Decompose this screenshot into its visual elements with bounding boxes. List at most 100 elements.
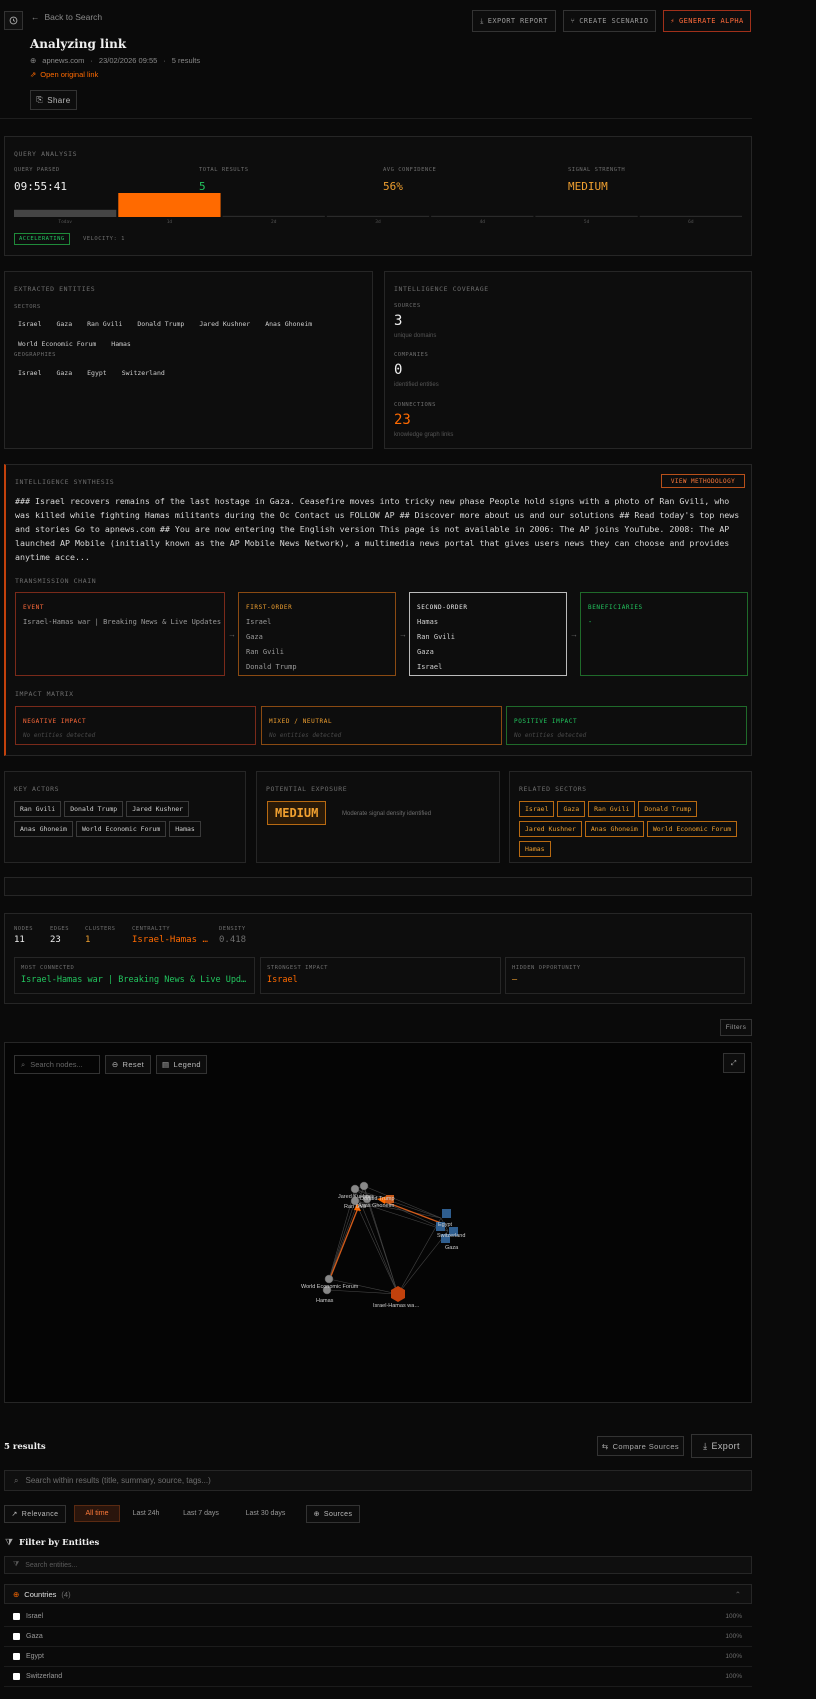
reset-button[interactable]: ⊖ Reset: [105, 1055, 151, 1074]
related-sector-chip[interactable]: Jared Kushner: [519, 821, 582, 837]
strongest-impact-box: STRONGEST IMPACT Israel: [260, 957, 501, 994]
back-link[interactable]: ← Back to Search: [31, 12, 102, 22]
related-sector-chip[interactable]: Hamas: [519, 841, 551, 857]
sector-tag: Hamas: [111, 340, 131, 348]
open-original-link[interactable]: ⇗ Open original link: [30, 70, 98, 79]
globe-icon: ⊕: [30, 56, 37, 65]
connections-value: 23: [394, 412, 411, 428]
chain-item: Gaza: [417, 648, 434, 656]
sector-tag: World Economic Forum: [18, 340, 97, 348]
velocity-bar: [326, 215, 430, 217]
actor-chip[interactable]: Donald Trump: [64, 801, 124, 817]
chain-item: Hamas: [417, 618, 439, 626]
velocity-bar: [14, 209, 117, 217]
share-button[interactable]: ⎘ Share: [30, 90, 77, 110]
compare-sources-button[interactable]: ⇆ Compare Sources: [597, 1436, 684, 1456]
exposure-level-badge: MEDIUM: [267, 801, 327, 825]
zoom-icon: ⊖: [111, 1060, 119, 1069]
geography-tags: Israel Gaza Egypt Switzerland: [14, 366, 354, 386]
checkbox[interactable]: [13, 1613, 20, 1620]
filters-button[interactable]: Filters: [720, 1019, 752, 1036]
synthesis-text: ### Israel recovers remains of the last …: [15, 496, 740, 562]
countries-group-header[interactable]: ⊕ Countries (4) ⌃: [4, 1584, 752, 1604]
download-icon: ⤓: [703, 1440, 708, 1451]
related-sector-chip[interactable]: Israel: [519, 801, 555, 817]
checkbox[interactable]: [13, 1673, 20, 1680]
geography-tag: Switzerland: [121, 369, 165, 377]
header-divider: [0, 118, 752, 119]
globe-icon: ⊕: [13, 1589, 20, 1599]
filter-last-30-days[interactable]: Last 30 days: [235, 1505, 296, 1522]
filter-last-7-days[interactable]: Last 7 days: [173, 1505, 229, 1522]
total-results-value: 5: [199, 180, 206, 193]
create-scenario-button[interactable]: ⑂ CREATE SCENARIO: [563, 10, 656, 32]
centrality-value: Israel-Hamas …: [132, 935, 208, 945]
country-filter-row[interactable]: Gaza 100%: [4, 1627, 752, 1647]
legend-button[interactable]: ▤ Legend: [156, 1055, 207, 1074]
avg-confidence-value: 56%: [383, 180, 403, 193]
country-name: Gaza: [26, 1633, 43, 1640]
actor-chips: Ran Gvili Donald Trump Jared Kushner Anas G…: [14, 801, 239, 841]
view-methodology-button[interactable]: VIEW METHODOLOGY: [661, 474, 745, 488]
country-filter-row[interactable]: Israel 100%: [4, 1607, 752, 1627]
velocity-bar: [639, 215, 742, 217]
query-parsed-value: 09:55:41: [14, 180, 67, 193]
sector-tags: Israel Gaza Ran Gvili Donald Trump Jared Kus…: [14, 317, 354, 357]
filter-last-24h[interactable]: Last 24h: [123, 1505, 169, 1522]
external-link-icon: ⇗: [30, 70, 37, 79]
graph-canvas[interactable]: Jared Kushner Donald Trump Ran Gvili Ana…: [5, 1083, 751, 1401]
potential-exposure-panel: POTENTIAL EXPOSURE MEDIUM Moderate signa…: [256, 771, 500, 863]
velocity-bar-label: 1d: [167, 219, 173, 223]
sources-button[interactable]: ⊕ Sources: [306, 1505, 360, 1523]
negative-impact-box: NEGATIVE IMPACT No entities detected: [15, 706, 256, 745]
related-sector-chip[interactable]: Anas Ghoneim: [584, 821, 644, 837]
actor-chip[interactable]: Ran Gvili: [14, 801, 62, 817]
actor-chip[interactable]: World Economic Forum: [75, 821, 167, 837]
actor-chip[interactable]: Anas Ghoneim: [14, 821, 73, 837]
actor-chip[interactable]: Hamas: [169, 821, 201, 837]
chain-event-box: EVENT Israel-Hamas war | Breaking News &…: [15, 592, 225, 676]
related-sector-chip[interactable]: Donald Trump: [638, 801, 698, 817]
positive-impact-box: POSITIVE IMPACT No entities detected: [506, 706, 747, 745]
mixed-impact-box: MIXED / NEUTRAL No entities detected: [261, 706, 502, 745]
results-search-input[interactable]: ⌕ Search within results (title, summary,…: [4, 1470, 752, 1491]
generate-alpha-button[interactable]: ⚡ GENERATE ALPHA: [663, 10, 751, 32]
actor-chip[interactable]: Jared Kushner: [126, 801, 190, 817]
velocity-bar-label: Today: [58, 219, 72, 223]
checkbox[interactable]: [13, 1633, 20, 1640]
graph-node-label: Anas Ghoneim: [358, 1203, 395, 1209]
country-filter-row[interactable]: Egypt 100%: [4, 1647, 752, 1667]
relevance-button[interactable]: ↗ Relevance: [4, 1505, 66, 1523]
graph-node-label: Donald Trump: [360, 1196, 395, 1202]
sector-tag: Israel: [18, 320, 42, 328]
compare-icon: ⇆: [601, 1441, 609, 1451]
geography-tag: Gaza: [56, 369, 73, 377]
query-analysis-panel: QUERY ANALYSIS QUERY PARSED 09:55:41 TOT…: [4, 136, 752, 256]
nodes-value: 11: [14, 935, 25, 945]
country-filter-row[interactable]: Switzerland 100%: [4, 1667, 752, 1687]
chain-second-order-box: SECOND-ORDER Hamas Ran Gvili Gaza Israel: [409, 592, 567, 676]
related-sector-chip[interactable]: Ran Gvili: [588, 801, 636, 817]
export-report-button[interactable]: ⤓ EXPORT REPORT: [472, 10, 556, 32]
export-button[interactable]: ⤓ Export: [691, 1434, 752, 1458]
country-percent: 100%: [725, 1653, 742, 1660]
results-count-heading: 5 results: [4, 1442, 46, 1452]
entity-search-input[interactable]: ⧩ Search entities...: [4, 1556, 752, 1574]
filter-all-time[interactable]: All time: [74, 1505, 120, 1522]
clusters-value: 1: [85, 935, 91, 945]
related-sector-chip[interactable]: World Economic Forum: [646, 821, 738, 837]
graph-node-label: Gaza: [445, 1245, 459, 1251]
country-name: Israel: [26, 1613, 44, 1620]
branch-icon: ⑂: [570, 17, 576, 25]
country-percent: 100%: [725, 1673, 742, 1680]
node-search-input[interactable]: ⌕ Search nodes...: [14, 1055, 100, 1074]
checkbox[interactable]: [13, 1653, 20, 1660]
datetime: 23/02/2026 09:55: [98, 56, 158, 65]
related-sector-chip[interactable]: Gaza: [557, 801, 586, 817]
intelligence-synthesis-panel: INTELLIGENCE SYNTHESIS VIEW METHODOLOGY …: [4, 464, 752, 756]
chain-arrow-icon: →: [399, 630, 407, 639]
history-icon[interactable]: [4, 11, 23, 30]
trending-icon: ↗: [11, 1511, 18, 1518]
expand-button[interactable]: ⤢: [723, 1053, 745, 1073]
velocity-bar: [222, 215, 325, 217]
